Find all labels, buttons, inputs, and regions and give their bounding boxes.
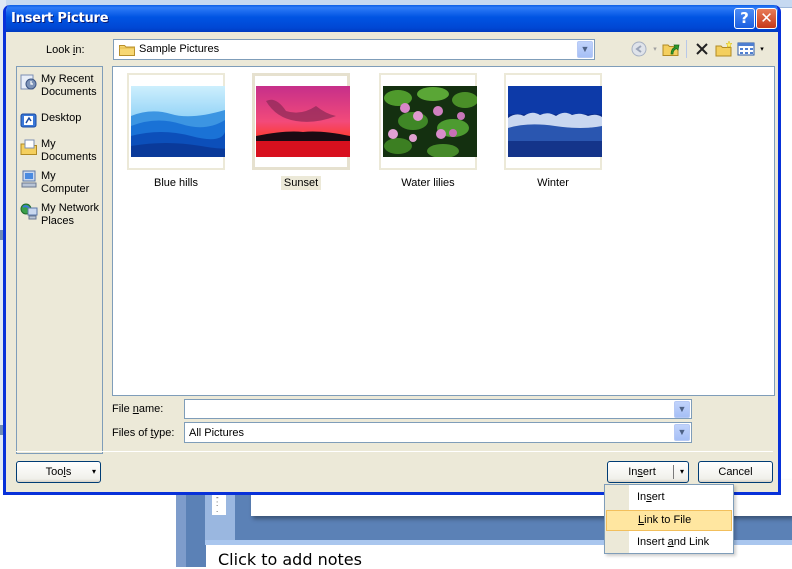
water-lilies-thumbnail [383, 86, 477, 157]
notes-placeholder[interactable]: Click to add notes [218, 550, 362, 569]
chevron-down-icon: ▾ [653, 46, 657, 53]
title-bar[interactable]: Insert Picture ? ✕ [6, 5, 778, 32]
place-label: My Network Places [41, 202, 100, 227]
chevron-down-icon: ▾ [91, 467, 96, 476]
thumbnail-frame [127, 73, 225, 170]
file-name-label: Sunset [280, 176, 322, 190]
chevron-down-icon[interactable]: ▼ [674, 401, 690, 418]
insert-button[interactable]: Insert ▾ [607, 461, 689, 483]
views-button[interactable] [735, 38, 757, 60]
my-computer-icon [21, 170, 37, 188]
vertical-ruler: -:. [212, 494, 226, 515]
delete-icon [696, 43, 708, 55]
network-places-icon [20, 203, 38, 220]
files-of-type-label: Files of type: [112, 427, 175, 439]
menu-item-link-to-file[interactable]: Link to File [606, 510, 732, 531]
desktop-icon [20, 113, 37, 128]
menu-item-insert-and-link[interactable]: Insert and Link [606, 532, 732, 553]
recent-documents-icon [20, 74, 37, 90]
chevron-down-icon[interactable]: ▼ [577, 41, 593, 58]
files-of-type-dropdown[interactable]: All Pictures ▼ [184, 422, 692, 443]
dialog-title: Insert Picture [11, 11, 109, 26]
insert-dropdown-arrow[interactable]: ▾ [680, 462, 684, 482]
file-name-label: Water lilies [401, 177, 455, 189]
insert-label: Insert [628, 466, 656, 478]
winter-thumbnail [508, 86, 602, 157]
back-icon [631, 41, 647, 57]
back-dropdown-button[interactable]: ▾ [650, 38, 660, 60]
delete-button[interactable] [691, 38, 713, 60]
place-my-recent-documents[interactable]: My Recent Documents [20, 73, 102, 99]
file-list[interactable]: Blue hills Sunset Water lilies Winter [112, 66, 775, 396]
my-documents-icon [20, 139, 37, 155]
sunset-thumbnail [256, 86, 350, 157]
file-item-winter[interactable]: Winter [504, 73, 602, 190]
menu-item-insert[interactable]: Insert [606, 487, 732, 508]
place-my-network-places[interactable]: My Network Places [20, 202, 102, 228]
folder-icon [119, 45, 135, 56]
place-desktop[interactable]: Desktop [20, 112, 102, 130]
places-bar: My Recent Documents Desktop My Documents [16, 66, 103, 454]
new-folder-icon [715, 41, 733, 57]
file-item-blue-hills[interactable]: Blue hills [127, 73, 225, 190]
up-one-level-button[interactable] [660, 38, 682, 60]
dialog-toolbar: ▾ ▾ [628, 38, 767, 60]
look-in-label: Look in: [46, 44, 85, 56]
place-label: My Computer [41, 170, 90, 195]
back-button[interactable] [628, 38, 650, 60]
views-icon [737, 42, 755, 56]
tools-label: Tools [45, 466, 72, 478]
files-of-type-value: All Pictures [189, 427, 245, 439]
blue-hills-thumbnail [131, 86, 225, 157]
file-name-label: File name: [112, 403, 164, 415]
new-folder-button[interactable] [713, 38, 735, 60]
file-name-input[interactable]: ▼ [184, 399, 692, 419]
file-name-label: Winter [537, 177, 569, 189]
chevron-down-icon: ▾ [760, 46, 764, 53]
help-icon: ? [740, 9, 749, 27]
up-folder-icon [662, 44, 680, 56]
place-label: My Recent Documents [41, 73, 97, 98]
tools-button[interactable]: Tools ▾ [16, 461, 101, 483]
thumbnail-frame [379, 73, 477, 170]
thumbnail-frame-selected [252, 73, 350, 170]
insert-picture-dialog: Insert Picture ? ✕ Look in: Sample Pictu… [3, 5, 781, 495]
chevron-down-icon[interactable]: ▼ [674, 424, 690, 441]
file-item-water-lilies[interactable]: Water lilies [379, 73, 477, 190]
file-item-sunset[interactable]: Sunset [252, 73, 350, 190]
thumbnail-frame [504, 73, 602, 170]
place-my-computer[interactable]: My Computer [20, 170, 102, 196]
look-in-value: Sample Pictures [139, 43, 220, 55]
divider [16, 451, 773, 452]
close-button[interactable]: ✕ [756, 8, 777, 29]
help-button[interactable]: ? [734, 8, 755, 29]
views-dropdown-button[interactable]: ▾ [757, 38, 767, 60]
insert-options-menu: Insert Link to File Insert and Link [604, 484, 734, 554]
place-my-documents[interactable]: My Documents [20, 138, 102, 164]
file-name-label: Blue hills [153, 177, 199, 189]
cancel-button[interactable]: Cancel [698, 461, 773, 483]
place-label: My Documents [41, 138, 97, 163]
place-label: Desktop [41, 112, 82, 124]
look-in-dropdown[interactable]: Sample Pictures ▼ [113, 39, 595, 60]
close-icon: ✕ [760, 9, 773, 27]
split-divider [673, 465, 674, 479]
toolbar-separator [686, 40, 687, 58]
